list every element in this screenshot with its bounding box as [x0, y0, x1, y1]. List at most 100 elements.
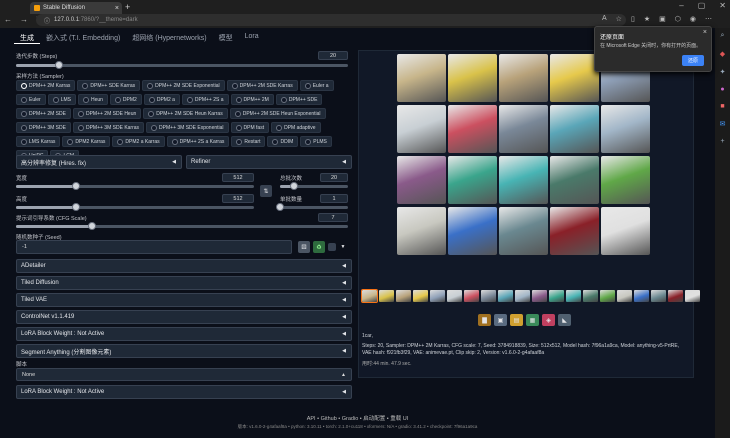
thumbnail[interactable]	[464, 290, 479, 302]
read-aloud-icon[interactable]: A	[602, 15, 607, 23]
section-lora-block-weight-2[interactable]: LoRA Block Weight : Not Active ◀	[16, 385, 352, 399]
back-icon[interactable]: ←	[4, 15, 12, 24]
favorite-icon[interactable]: ☆	[616, 15, 622, 23]
thumbnail[interactable]	[634, 290, 649, 302]
sampler-option[interactable]: Euler	[16, 94, 46, 105]
thumbnail[interactable]	[685, 290, 700, 302]
footer-link[interactable]: 启动配置	[363, 416, 385, 422]
send-extras-icon[interactable]: ◣	[558, 314, 571, 326]
office-icon[interactable]: ■	[720, 103, 724, 110]
thumbnail[interactable]	[600, 290, 615, 302]
generated-image[interactable]	[448, 54, 497, 102]
sampler-option[interactable]: DPM++ 2M SDE Heun Exponential	[229, 108, 326, 119]
footer-link[interactable]: Github	[321, 416, 337, 422]
batch-size-slider[interactable]	[276, 203, 348, 211]
expand-triangle-icon[interactable]: ▼	[337, 241, 349, 253]
split-icon[interactable]: ▯	[631, 15, 635, 23]
games-icon[interactable]: ●	[720, 86, 724, 93]
section-accordion[interactable]: ControlNet v1.1.419 ◀	[16, 310, 352, 324]
collections-icon[interactable]: ▣	[659, 15, 666, 23]
width-slider[interactable]	[16, 182, 254, 190]
sampler-option[interactable]: DDIM	[267, 136, 299, 147]
minimize-icon[interactable]: –	[679, 1, 683, 10]
section-accordion[interactable]: Segment Anything (分割图像元素) ◀	[16, 344, 352, 358]
extensions-icon[interactable]: ⬡	[675, 15, 681, 23]
thumbnail[interactable]	[651, 290, 666, 302]
seed-input[interactable]: -1	[16, 240, 292, 254]
sampler-option[interactable]: LMS Karras	[16, 136, 61, 147]
thumbnail[interactable]	[532, 290, 547, 302]
footer-link[interactable]: API	[307, 416, 316, 422]
swap-dimensions-button[interactable]: ⇅	[260, 185, 272, 197]
sampler-option[interactable]: DPM++ 3M SDE Exponential	[146, 122, 229, 133]
new-tab-icon[interactable]: +	[125, 2, 130, 12]
tab-models[interactable]: 模型	[213, 33, 239, 44]
sampler-option[interactable]: Restart	[231, 136, 266, 147]
height-slider[interactable]	[16, 203, 254, 211]
thumbnail[interactable]	[566, 290, 581, 302]
generated-image[interactable]	[550, 156, 599, 204]
sampler-option[interactable]: DPM2 Karras	[62, 136, 111, 147]
section-accordion[interactable]: LoRA Block Weight : Not Active ◀	[16, 327, 352, 341]
send-img2img-icon[interactable]: ▦	[526, 314, 539, 326]
hires-fix-toggle[interactable]: 高分辨率修复 (Hires. fix) ◀	[16, 155, 182, 169]
height-input[interactable]: 512	[222, 194, 254, 203]
section-accordion[interactable]: Tiled Diffusion ◀	[16, 276, 352, 290]
generated-image[interactable]	[448, 156, 497, 204]
sampler-option[interactable]: DPM++ SDE Karras	[77, 80, 141, 91]
save-icon[interactable]: ▣	[494, 314, 507, 326]
sampler-option[interactable]: DPM2	[109, 94, 142, 105]
sampler-option[interactable]: DPM++ 2M SDE Heun	[72, 108, 142, 119]
generated-image[interactable]	[397, 105, 446, 153]
generated-image[interactable]	[499, 207, 548, 255]
zip-icon[interactable]: ▤	[510, 314, 523, 326]
outlook-icon[interactable]: ✉	[720, 120, 726, 128]
tools-icon[interactable]: ✦	[720, 68, 726, 76]
sampler-option[interactable]: DPM++ 2M SDE Heun Karras	[143, 108, 228, 119]
close-tab-icon[interactable]: ×	[115, 5, 119, 12]
sampler-option[interactable]: DPM adaptive	[271, 122, 321, 133]
thumbnail[interactable]	[549, 290, 564, 302]
maximize-icon[interactable]: ▢	[698, 1, 706, 10]
cfg-slider[interactable]	[16, 222, 348, 230]
search-icon[interactable]: ⌕	[721, 32, 725, 40]
sampler-option[interactable]: DPM++ 2S a Karras	[166, 136, 230, 147]
generated-image[interactable]	[448, 105, 497, 153]
thumbnail[interactable]	[481, 290, 496, 302]
sampler-option[interactable]: DPM++ 2S a	[181, 94, 229, 105]
generated-image[interactable]	[601, 105, 650, 153]
favorites-icon[interactable]: ★	[644, 15, 650, 23]
sampler-option[interactable]: Heun	[77, 94, 108, 105]
close-icon[interactable]: ×	[703, 29, 707, 36]
batch-size-input[interactable]: 1	[320, 194, 348, 203]
tab-lora[interactable]: Lora	[239, 33, 265, 44]
generated-image[interactable]	[397, 207, 446, 255]
sampler-option[interactable]: DPM++ 2M SDE	[16, 108, 71, 119]
generated-image[interactable]	[550, 54, 599, 102]
thumbnail[interactable]	[515, 290, 530, 302]
tab-hypernetworks[interactable]: 超网络 (Hypernetworks)	[126, 33, 212, 44]
thumbnail[interactable]	[617, 290, 632, 302]
thumbnail[interactable]	[498, 290, 513, 302]
sampler-option[interactable]: DPM fast	[230, 122, 270, 133]
generated-image[interactable]	[601, 207, 650, 255]
generated-image[interactable]	[601, 156, 650, 204]
address-bar[interactable]: ⓘ 127.0.0.1 :7860/?__theme=dark	[36, 14, 626, 26]
profile-icon[interactable]: ◉	[690, 15, 696, 23]
cfg-input[interactable]: 7	[318, 213, 348, 222]
sampler-option[interactable]: DPM++ SDE	[275, 94, 323, 105]
section-accordion[interactable]: ADetailer ◀	[16, 259, 352, 273]
extra-seed-checkbox[interactable]	[328, 243, 336, 251]
generated-image[interactable]	[499, 54, 548, 102]
steps-slider[interactable]	[16, 61, 348, 69]
send-inpaint-icon[interactable]: ◈	[542, 314, 555, 326]
forward-icon[interactable]: →	[20, 15, 28, 24]
thumbnail[interactable]	[379, 290, 394, 302]
batch-count-slider[interactable]	[280, 182, 348, 190]
generated-image[interactable]	[499, 105, 548, 153]
sampler-option[interactable]: LMS	[47, 94, 76, 105]
sampler-option[interactable]: DPM++ 2M SDE Karras	[226, 80, 298, 91]
thumbnail[interactable]	[583, 290, 598, 302]
thumbnail[interactable]	[668, 290, 683, 302]
width-input[interactable]: 512	[222, 173, 254, 182]
